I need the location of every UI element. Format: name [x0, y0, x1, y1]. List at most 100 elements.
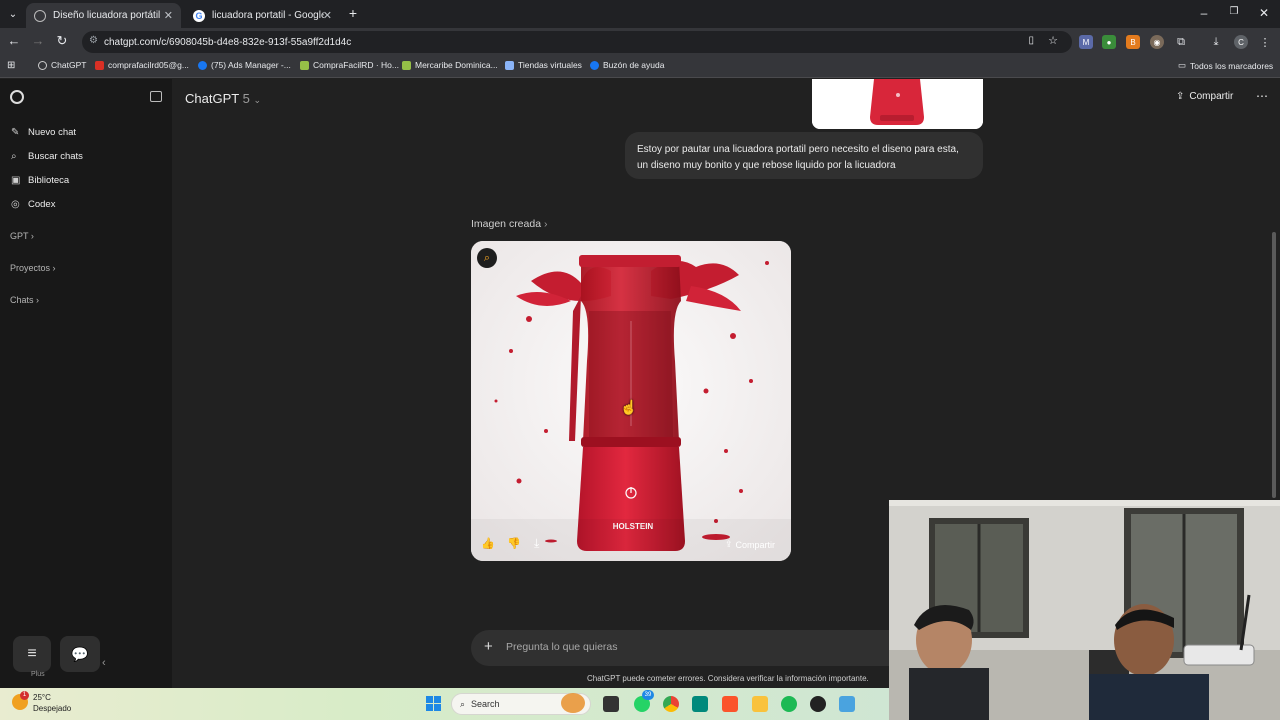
address-bar[interactable]: ⚙ chatgpt.com/c/6908045b-d4e8-832e-913f-…	[82, 31, 1072, 53]
thumbs-up-icon[interactable]: 👍	[481, 537, 495, 550]
image-share-button[interactable]: ⇪ Compartir	[725, 539, 775, 550]
plan-label: Plus	[31, 671, 45, 678]
sidebar-item-biblioteca[interactable]: ▣ Biblioteca	[11, 175, 69, 186]
close-tab-icon[interactable]: ✕	[164, 9, 173, 22]
chatgpt-icon	[38, 60, 47, 70]
toggle-sidebar-icon[interactable]	[150, 91, 162, 102]
chat-bubble-icon[interactable]: 💬	[60, 636, 100, 672]
prompt-input[interactable]: Pregunta lo que quieras	[506, 641, 618, 653]
extension-icon[interactable]: M	[1079, 35, 1093, 49]
spotify-icon[interactable]	[781, 696, 797, 712]
bookmark-ads-manager[interactable]: (75) Ads Manager -...	[198, 60, 291, 70]
download-icon[interactable]: ⤓	[534, 536, 539, 551]
task-view-icon[interactable]	[603, 696, 619, 712]
chevron-down-icon: ⌄	[253, 95, 261, 105]
folder-icon: ▭	[1178, 60, 1187, 70]
whatsapp-badge: 39	[642, 690, 654, 700]
back-button[interactable]: ←	[5, 33, 23, 48]
model-selector[interactable]: ChatGPT 5 ⌄	[185, 91, 261, 106]
overlay-menu-button[interactable]: ≡	[13, 636, 51, 672]
brave-icon[interactable]	[722, 696, 738, 712]
forward-button[interactable]: →	[29, 33, 47, 48]
restore-button[interactable]: ❐	[1224, 6, 1244, 17]
chatgpt-favicon-icon	[34, 9, 46, 22]
tab-search-button[interactable]: ⌄	[3, 6, 23, 22]
search-icon: ⌕	[460, 698, 466, 709]
download-icon[interactable]: ⤓	[1209, 35, 1223, 49]
bookmark-star-icon[interactable]: ☆	[1048, 34, 1058, 47]
app-icon[interactable]	[692, 696, 708, 712]
tab-diseno-licuadora[interactable]: Diseño licuadora portátil ✕	[26, 3, 181, 28]
sidebar-section-chats[interactable]: Chats ›	[10, 295, 39, 305]
store-icon	[505, 60, 514, 70]
apps-grid-icon[interactable]: ⊞	[7, 60, 15, 71]
sidebar-section-proyectos[interactable]: Proyectos ›	[10, 263, 56, 273]
tab-title: Diseño licuadora portátil	[53, 10, 161, 21]
bookmark-mercaribe[interactable]: Mercaribe Dominica...	[402, 60, 498, 70]
sidebar-item-codex[interactable]: ◎ Codex	[11, 199, 55, 210]
bookmark-buzon[interactable]: Buzón de ayuda	[590, 60, 664, 70]
image-created-label[interactable]: Imagen creada ›	[471, 218, 547, 230]
fish-widget-icon[interactable]	[561, 693, 585, 713]
composer[interactable]: + Pregunta lo que quieras	[471, 630, 901, 666]
notepad-icon[interactable]	[839, 696, 855, 712]
pencil-square-icon: ✎	[11, 127, 20, 138]
weather-temp: 25°C	[33, 693, 51, 702]
share-icon: ⇪	[725, 539, 733, 549]
extension-icon[interactable]: ●	[1102, 35, 1116, 49]
new-tab-button[interactable]: +	[343, 5, 363, 21]
chrome-icon[interactable]	[663, 696, 679, 712]
openai-app-icon[interactable]	[810, 696, 826, 712]
sidebar-item-buscar-chats[interactable]: ⌕ Buscar chats	[11, 151, 83, 162]
user-message-text: Estoy por pautar una licuadora portatil …	[637, 144, 959, 171]
close-tab-icon[interactable]: ✕	[323, 9, 332, 22]
bookmark-chatgpt[interactable]: ChatGPT	[38, 60, 86, 70]
bookmark-comprafacil[interactable]: CompraFacilRD · Ho...	[300, 60, 399, 70]
site-info-icon[interactable]: ⚙	[89, 35, 98, 46]
browser-tab-bar: ⌄ Diseño licuadora portátil ✕ G licuador…	[0, 0, 1280, 28]
webcam-video	[889, 500, 1280, 720]
browser-menu-icon[interactable]: ⋮	[1258, 35, 1272, 49]
uploaded-image[interactable]	[812, 79, 983, 129]
minimize-button[interactable]: –	[1194, 6, 1214, 20]
windows-start-icon[interactable]	[426, 696, 441, 711]
tab-google-search[interactable]: G licuadora portatil - Google Sear ✕	[185, 3, 340, 28]
share-button[interactable]: ⇪ Compartir	[1176, 91, 1233, 102]
file-explorer-icon[interactable]	[752, 696, 768, 712]
bookmark-gmail[interactable]: comprafacilrd05@g...	[95, 60, 189, 70]
gmail-icon	[95, 60, 104, 70]
close-window-button[interactable]: ✕	[1254, 6, 1274, 20]
facebook-icon	[590, 60, 599, 70]
tab-title: licuadora portatil - Google Sear	[212, 10, 324, 21]
share-icon: ⇪	[1176, 91, 1185, 102]
scrollbar-thumb[interactable]	[1272, 232, 1276, 498]
chat-sidebar: ✎ Nuevo chat ⌕ Buscar chats ▣ Biblioteca ◎ C…	[0, 79, 172, 688]
library-icon: ▣	[11, 175, 21, 186]
openai-logo-icon[interactable]	[10, 90, 24, 104]
sidebar-section-gpt[interactable]: GPT ›	[10, 231, 34, 241]
user-message-bubble: Estoy por pautar una licuadora portatil …	[625, 132, 983, 179]
all-bookmarks-folder[interactable]: ▭ Todos los marcadores	[1178, 60, 1273, 71]
page-icon[interactable]: ▯	[1028, 35, 1034, 46]
sidebar-item-nuevo-chat[interactable]: ✎ Nuevo chat	[11, 127, 76, 138]
google-favicon-icon: G	[193, 9, 205, 22]
thumbs-down-icon[interactable]: 👎	[507, 537, 521, 550]
image-search-icon[interactable]: ⌕	[477, 248, 497, 268]
url-text: chatgpt.com/c/6908045b-d4e8-832e-913f-55…	[104, 36, 352, 48]
more-options-icon[interactable]: ⋯	[1256, 89, 1268, 103]
chevron-right-icon: ›	[543, 218, 548, 230]
reload-button[interactable]: ↻	[53, 33, 71, 49]
weather-desc: Despejado	[33, 704, 72, 713]
browser-toolbar: ← → ↻ ⚙ chatgpt.com/c/6908045b-d4e8-832e…	[0, 28, 1280, 56]
disclaimer-text: ChatGPT puede cometer errores. Considera…	[587, 674, 869, 683]
uploaded-blender-image	[812, 79, 983, 129]
bookmarks-bar: ⊞ ChatGPT comprafacilrd05@g... (75) Ads …	[0, 56, 1280, 78]
extensions-puzzle-icon[interactable]: ⧉	[1174, 35, 1188, 49]
chevron-left-icon[interactable]: ‹	[102, 657, 106, 669]
extension-icon[interactable]: B	[1126, 35, 1140, 49]
bookmark-tiendas[interactable]: Tiendas virtuales	[505, 60, 582, 70]
extension-icon[interactable]: ◉	[1150, 35, 1164, 49]
plus-icon[interactable]: +	[484, 638, 493, 655]
profile-avatar[interactable]: C	[1234, 35, 1248, 49]
codex-icon: ◎	[11, 199, 20, 210]
